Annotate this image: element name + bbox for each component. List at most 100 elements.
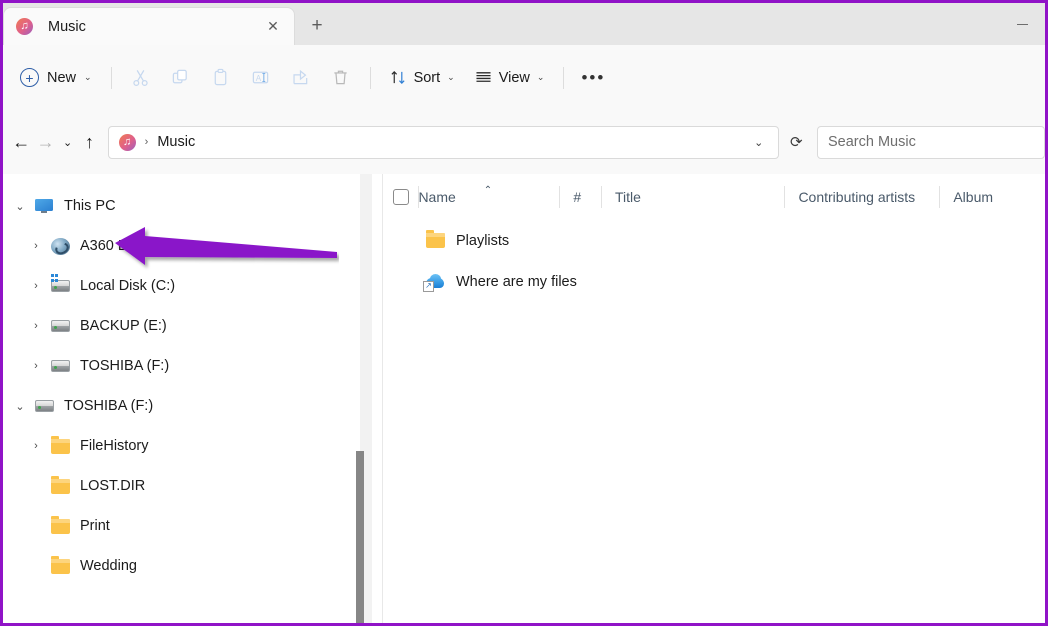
column-header-artists-label: Contributing artists	[798, 188, 916, 205]
sidebar-item-toshiba-f[interactable]: ⌄ TOSHIBA (F:)	[3, 386, 378, 426]
folder-icon	[49, 475, 71, 494]
column-header-artists[interactable]: Contributing artists	[784, 174, 939, 220]
sidebar-item-label: A360 Drive	[80, 238, 152, 254]
toolbar-divider	[110, 66, 112, 89]
chevron-down-icon: ⌄	[447, 72, 455, 82]
paste-icon	[214, 68, 227, 86]
folder-icon	[424, 230, 446, 248]
sidebar-item-label: LOST.DIR	[80, 478, 146, 494]
sidebar-item-filehistory[interactable]: › FileHistory	[3, 426, 378, 466]
navigation-pane: ⌄ This PC › A360 Drive › Local Disk (C:) › BACK…	[3, 174, 378, 623]
sidebar-item-backup-e[interactable]: › BACKUP (E:)	[3, 306, 378, 346]
search-input[interactable]: Search Music	[828, 134, 916, 150]
chevron-right-icon[interactable]: ›	[23, 440, 49, 452]
sidebar-item-print[interactable]: Print	[3, 506, 378, 546]
address-dropdown-button[interactable]: ⌄	[744, 127, 774, 158]
ellipsis-icon: •••	[581, 68, 606, 87]
share-button[interactable]	[281, 60, 321, 96]
file-list: Playlists ↗ Where are my files	[383, 220, 1045, 302]
chevron-right-icon[interactable]: ›	[23, 320, 49, 332]
address-bar[interactable]: ♫ › Music ⌄	[107, 125, 779, 159]
back-button[interactable]: ←	[9, 124, 33, 160]
sort-button[interactable]: Sort ⌄	[380, 60, 465, 96]
breadcrumb[interactable]: Music	[157, 134, 743, 150]
column-headers: Name ⌃ # Title Contributing artists Albu…	[383, 174, 1045, 220]
sidebar-scrollbar-track[interactable]	[356, 174, 372, 623]
shortcut-badge-icon: ↗	[423, 280, 434, 292]
view-button[interactable]: View ⌄	[465, 60, 555, 96]
chevron-down-icon: ⌄	[536, 72, 545, 82]
svg-text:A: A	[256, 74, 262, 83]
sidebar-item-a360-drive[interactable]: › A360 Drive	[3, 226, 378, 266]
delete-icon	[334, 70, 347, 85]
column-header-album[interactable]: Album	[939, 174, 1045, 220]
sidebar-item-local-disk-c[interactable]: › Local Disk (C:)	[3, 266, 378, 306]
new-tab-button[interactable]: +	[295, 7, 339, 45]
rename-button[interactable]: A	[241, 60, 281, 96]
sort-icon	[391, 70, 405, 85]
chevron-down-icon[interactable]: ⌄	[7, 400, 33, 413]
chevron-right-icon[interactable]: ›	[23, 360, 49, 372]
toolbar-divider	[369, 66, 371, 89]
search-box[interactable]: Search Music	[816, 125, 1045, 159]
view-icon	[476, 72, 491, 82]
close-icon[interactable]: ✕	[260, 14, 286, 40]
more-options-button[interactable]: •••	[573, 60, 613, 96]
column-header-name[interactable]: Name ⌃	[418, 174, 559, 220]
sort-ascending-icon: ⌃	[483, 185, 493, 196]
title-bar: ♫ Music ✕ +	[3, 3, 1045, 45]
sidebar-item-toshiba-f[interactable]: › TOSHIBA (F:)	[3, 346, 378, 386]
delete-button[interactable]	[321, 60, 361, 96]
sidebar-scrollbar-thumb[interactable]	[356, 451, 364, 623]
up-button[interactable]: ↑	[77, 124, 101, 160]
column-header-number[interactable]: #	[559, 174, 601, 220]
chevron-down-icon[interactable]: ⌄	[7, 200, 33, 213]
drive-windows-icon	[49, 274, 71, 292]
sidebar-item-lost-dir[interactable]: LOST.DIR	[3, 466, 378, 506]
forward-button[interactable]: →	[33, 124, 57, 160]
refresh-button[interactable]: ⟳	[787, 127, 806, 158]
minimize-button[interactable]	[999, 3, 1045, 45]
sidebar-item-label: FileHistory	[80, 438, 149, 454]
drive-icon	[33, 400, 55, 412]
column-header-title-label: Title	[615, 188, 641, 205]
minimize-icon	[1016, 23, 1028, 25]
music-note-icon: ♫	[16, 18, 33, 35]
share-icon	[293, 69, 308, 85]
file-explorer-window: ♫ Music ✕ + + New ⌄ A Sort ⌄ View ⌄ ••• …	[0, 0, 1048, 626]
sidebar-item-label: Print	[80, 518, 110, 534]
column-header-number-label: #	[573, 188, 582, 205]
new-button[interactable]: + New ⌄	[14, 61, 102, 95]
sidebar-item-wedding[interactable]: Wedding	[3, 546, 378, 586]
explorer-body: ⌄ This PC › A360 Drive › Local Disk (C:) › BACK…	[3, 174, 1045, 623]
paste-button[interactable]	[201, 60, 241, 96]
window-controls	[999, 3, 1045, 45]
recent-locations-button[interactable]: ⌄	[58, 124, 77, 160]
file-list-row[interactable]: ↗ Where are my files	[383, 261, 1045, 302]
folder-icon	[49, 515, 71, 534]
sidebar-item-label: TOSHIBA (F:)	[80, 358, 170, 374]
chevron-down-icon: ⌄	[84, 72, 92, 82]
drive-icon	[49, 320, 71, 332]
tab-music[interactable]: ♫ Music ✕	[3, 7, 295, 45]
monitor-icon	[33, 199, 55, 213]
select-all-checkbox[interactable]	[383, 174, 418, 220]
sidebar-item-label: BACKUP (E:)	[80, 318, 167, 334]
copy-button[interactable]	[161, 60, 201, 96]
column-header-title[interactable]: Title	[601, 174, 784, 220]
file-list-row[interactable]: Playlists	[383, 220, 1045, 261]
sort-label: Sort	[413, 69, 441, 86]
sidebar-item-this-pc[interactable]: ⌄ This PC	[3, 186, 378, 226]
new-button-label: New	[47, 69, 77, 86]
file-name-label: Playlists	[456, 232, 510, 249]
toolbar-divider	[563, 66, 565, 89]
sidebar-item-label: Local Disk (C:)	[80, 278, 176, 294]
music-note-icon: ♫	[118, 133, 136, 151]
sidebar-item-label: Wedding	[80, 558, 137, 574]
navigation-bar: ← → ⌄ ↑ ♫ › Music ⌄ ⟳ Search Music	[3, 110, 1045, 174]
cut-button[interactable]	[121, 60, 161, 96]
file-list-pane: Name ⌃ # Title Contributing artists Albu…	[383, 174, 1045, 623]
chevron-right-icon[interactable]: ›	[23, 240, 49, 252]
file-name-label: Where are my files	[456, 273, 577, 290]
chevron-right-icon[interactable]: ›	[23, 280, 49, 292]
